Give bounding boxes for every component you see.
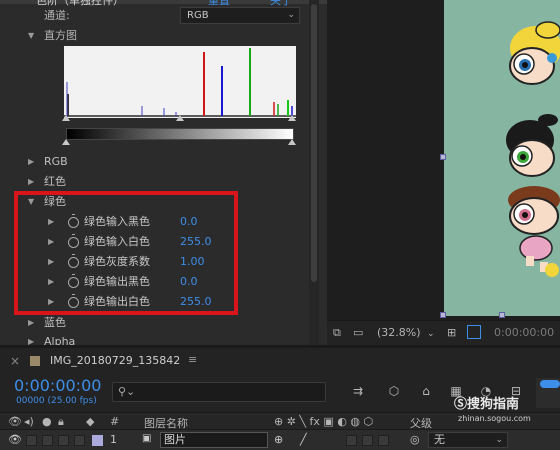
- timeline-timecode[interactable]: 0:00:00:00: [14, 376, 101, 395]
- scrollbar-thumb[interactable]: [311, 4, 317, 282]
- transform-handle[interactable]: [440, 312, 446, 318]
- channel-select[interactable]: RGB ⌄: [180, 7, 300, 24]
- histogram-chart: [64, 48, 296, 117]
- layer-label-color[interactable]: [92, 435, 103, 446]
- column-layer-name[interactable]: 图层名称: [144, 415, 188, 431]
- highlight-box: [14, 191, 238, 315]
- sogou-logo-icon: Ⓢ: [454, 397, 468, 412]
- switch-box[interactable]: [346, 435, 357, 446]
- lock-toggle[interactable]: [58, 435, 69, 446]
- snapshot-icon[interactable]: ⧉: [333, 326, 341, 340]
- triangle-right-icon: ▶: [28, 177, 35, 186]
- column-number: #: [110, 415, 120, 428]
- section-label: 红色: [44, 175, 66, 188]
- composition-canvas[interactable]: [444, 0, 560, 316]
- layer-row[interactable]: 👁 1 ▣ 图片 ⊕ ╱ ◎ 无 ⌄: [0, 430, 560, 450]
- solo-toggle[interactable]: [42, 435, 53, 446]
- composition-viewer: [327, 0, 560, 320]
- quality-switch-icon[interactable]: ╱: [300, 433, 307, 446]
- draft-3d-icon[interactable]: ⬡: [386, 384, 402, 400]
- zoom-value: (32.8%): [377, 326, 421, 339]
- channel-value: RGB: [187, 10, 209, 21]
- pickwhip-icon[interactable]: ◎: [410, 433, 420, 446]
- expand-toggle[interactable]: [74, 435, 85, 446]
- output-white-marker[interactable]: [288, 139, 296, 145]
- switch-box[interactable]: [362, 435, 373, 446]
- triangle-right-icon: ▶: [28, 337, 35, 345]
- column-parent[interactable]: 父级: [410, 415, 432, 431]
- watermark-brand-text: 搜狗指南: [467, 397, 520, 412]
- visibility-icon: 👁: [8, 415, 22, 428]
- triangle-down-icon: ▼: [28, 31, 35, 40]
- zoom-select[interactable]: (32.8%) ⌄: [377, 326, 435, 339]
- lock-icon: 🔒︎: [58, 415, 64, 428]
- solo-icon: ●: [42, 415, 52, 428]
- timeline-tab[interactable]: × IMG_20180729_135842 ≡: [0, 348, 560, 374]
- cartoon-image: [506, 21, 560, 277]
- input-white-marker[interactable]: [288, 115, 296, 121]
- histogram-label: 直方图: [44, 29, 77, 42]
- switches-icons: ⊕ ✲ ╲ fx ▣ ◐ ◍ ⬡: [274, 415, 374, 428]
- layer-name-field[interactable]: 图片: [160, 432, 268, 448]
- section-label: RGB: [44, 155, 68, 168]
- work-area-bar[interactable]: [540, 380, 560, 388]
- watermark-url: zhinan.sogou.com: [458, 414, 531, 423]
- audio-icon: ◂): [24, 415, 34, 428]
- switch-box[interactable]: [378, 435, 389, 446]
- panel-menu-icon[interactable]: ≡: [188, 353, 197, 366]
- composition-mini-flowchart-icon[interactable]: ⇉: [350, 384, 366, 400]
- audio-toggle[interactable]: [26, 435, 37, 446]
- layer-number: 1: [110, 433, 117, 446]
- search-icon: ⚲⌄: [118, 385, 136, 398]
- effect-controls-panel: 色阶（单独控件） 重置 关于 通道: RGB ⌄ ▼ 直方图 ▶ RGB ▶ 红…: [0, 0, 327, 345]
- parent-value: 无: [434, 433, 445, 446]
- chevron-down-icon: ⌄: [495, 435, 503, 445]
- channel-label: 通道:: [44, 6, 70, 26]
- composition-name: IMG_20180729_135842: [50, 354, 181, 367]
- input-black-marker[interactable]: [62, 115, 70, 121]
- channel-label-text: 通道:: [44, 9, 70, 22]
- section-label: 蓝色: [44, 316, 66, 329]
- resolution-icon[interactable]: ⊞: [447, 326, 456, 339]
- histogram: [64, 46, 296, 118]
- shy-layers-icon[interactable]: ⌂: [418, 384, 434, 400]
- label-tag-icon: ◆: [86, 415, 95, 428]
- triangle-right-icon: ▶: [28, 318, 35, 327]
- viewer-toolbar: ⧉ ▭ (32.8%) ⌄ ⊞ 0:00:00:00: [327, 320, 560, 344]
- viewer-timecode[interactable]: 0:00:00:00: [494, 326, 554, 339]
- time-ruler[interactable]: [536, 378, 560, 408]
- triangle-right-icon: ▶: [28, 157, 35, 166]
- close-icon[interactable]: ×: [10, 354, 20, 368]
- layer-name: 图片: [164, 433, 186, 446]
- transform-handle[interactable]: [440, 154, 446, 160]
- output-black-marker[interactable]: [62, 139, 70, 145]
- section-label: Alpha: [44, 335, 76, 345]
- monitor-icon[interactable]: ▭: [353, 326, 363, 339]
- image-layer-icon: ▣: [142, 433, 152, 444]
- chevron-down-icon: ⌄: [427, 329, 435, 339]
- shy-switch-icon[interactable]: ⊕: [274, 433, 283, 446]
- region-of-interest-icon[interactable]: [467, 325, 481, 339]
- effect-header: 色阶（单独控件） 重置 关于: [0, 0, 327, 7]
- transform-handle[interactable]: [499, 312, 505, 318]
- output-gradient: [66, 128, 294, 140]
- timeline-fps: 00000 (25.00 fps): [16, 396, 97, 406]
- eye-icon[interactable]: 👁: [8, 433, 22, 446]
- parent-dropdown[interactable]: 无 ⌄: [428, 432, 508, 448]
- chevron-down-icon: ⌄: [287, 10, 295, 20]
- composition-icon: [30, 356, 40, 366]
- gamma-marker[interactable]: [176, 115, 184, 121]
- layer-search-input[interactable]: ⚲⌄: [112, 382, 326, 402]
- watermark-brand: Ⓢ搜狗指南: [454, 393, 519, 412]
